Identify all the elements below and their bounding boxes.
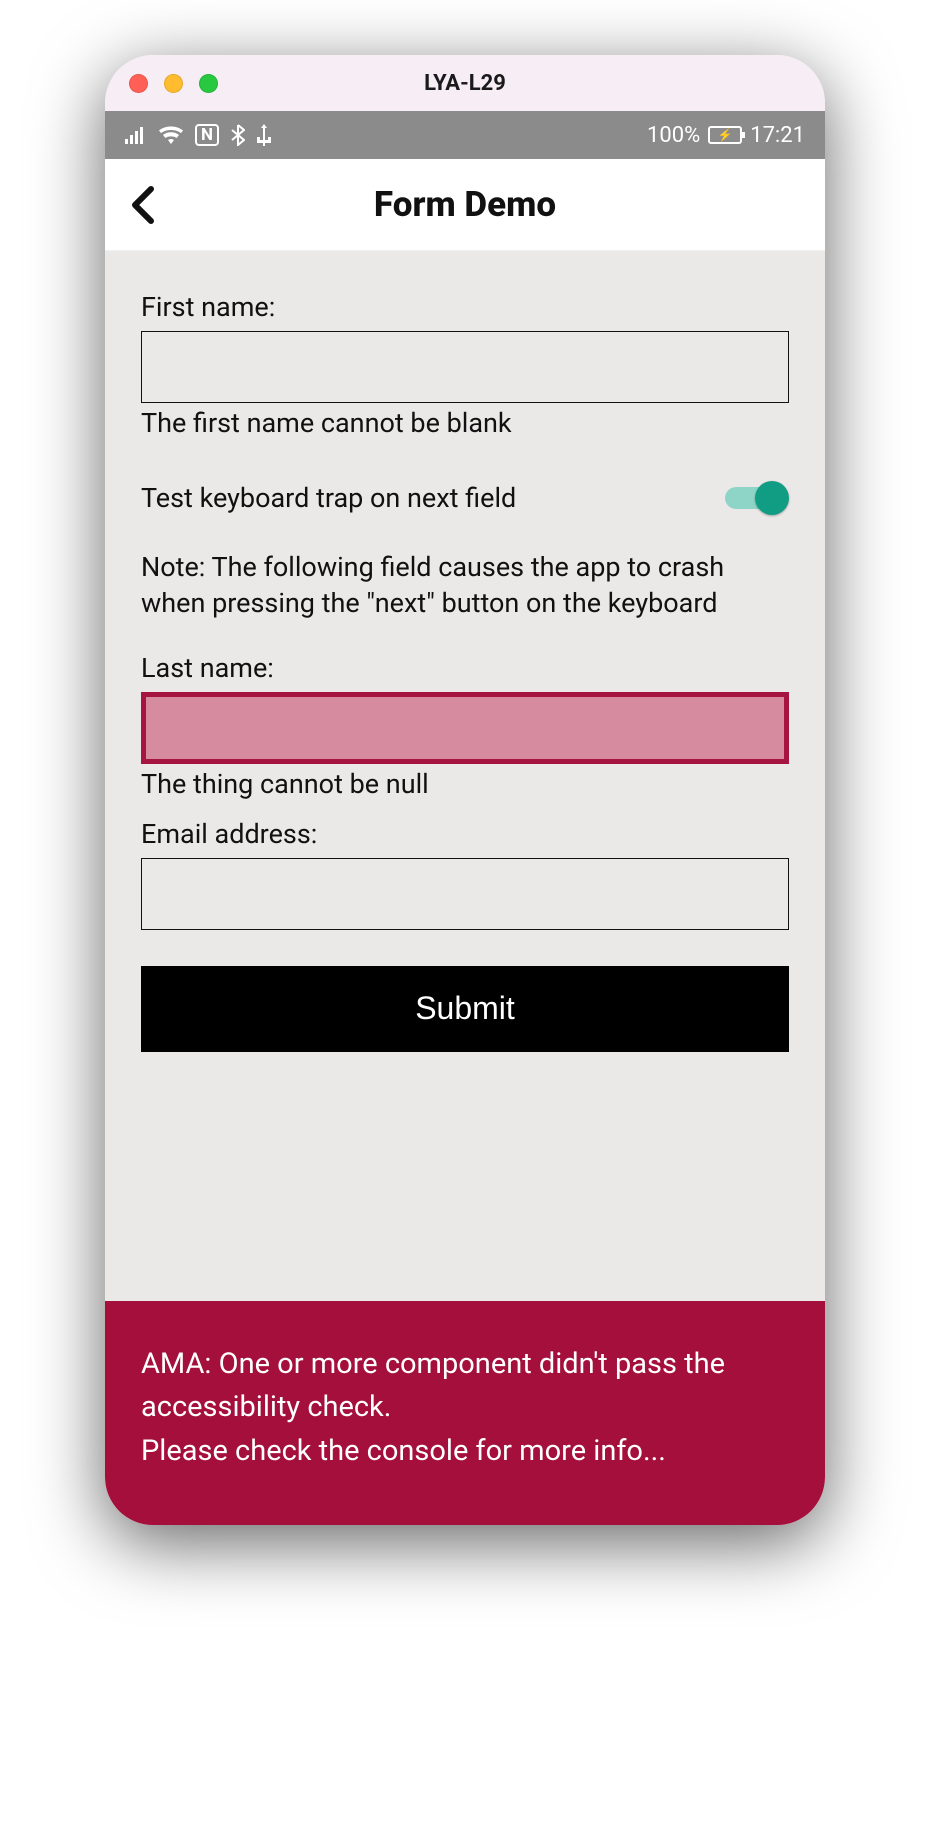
form: First name: The first name cannot be bla… (105, 251, 825, 1301)
last-name-label: Last name: (141, 652, 789, 684)
switch-knob (755, 481, 789, 515)
first-name-field-block: First name: The first name cannot be bla… (141, 291, 789, 439)
last-name-helper: The thing cannot be null (141, 768, 789, 800)
device-frame: LYA-L29 N (105, 55, 825, 1525)
status-bar: N 100% ⚡ 17:21 (105, 111, 825, 159)
content-area: First name: The first name cannot be bla… (105, 251, 825, 1525)
first-name-label: First name: (141, 291, 789, 323)
wifi-icon (159, 126, 183, 144)
first-name-input[interactable] (141, 331, 789, 403)
bluetooth-icon (231, 124, 245, 146)
submit-button[interactable]: Submit (141, 966, 789, 1052)
battery-percent: 100% (647, 123, 700, 148)
email-label: Email address: (141, 818, 789, 850)
nfc-icon: N (195, 124, 219, 146)
trap-toggle-switch[interactable] (723, 481, 789, 515)
trap-toggle-row: Test keyboard trap on next field (141, 481, 789, 515)
window-title: LYA-L29 (105, 71, 825, 96)
clock-text: 17:21 (750, 123, 805, 148)
first-name-helper: The first name cannot be blank (141, 407, 789, 439)
last-name-input[interactable] (141, 692, 789, 764)
crash-note: Note: The following field causes the app… (141, 549, 789, 622)
banner-line-2: Please check the console for more info..… (141, 1430, 789, 1474)
accessibility-error-banner: AMA: One or more component didn't pass t… (105, 1301, 825, 1526)
email-input[interactable] (141, 858, 789, 930)
app-header: Form Demo (105, 159, 825, 251)
page-title: Form Demo (105, 184, 825, 225)
banner-line-1: AMA: One or more component didn't pass t… (141, 1343, 789, 1430)
battery-icon: ⚡ (708, 126, 742, 144)
usb-icon (257, 124, 271, 146)
window-titlebar: LYA-L29 (105, 55, 825, 111)
signal-icon (125, 126, 147, 144)
trap-toggle-label: Test keyboard trap on next field (141, 482, 516, 514)
